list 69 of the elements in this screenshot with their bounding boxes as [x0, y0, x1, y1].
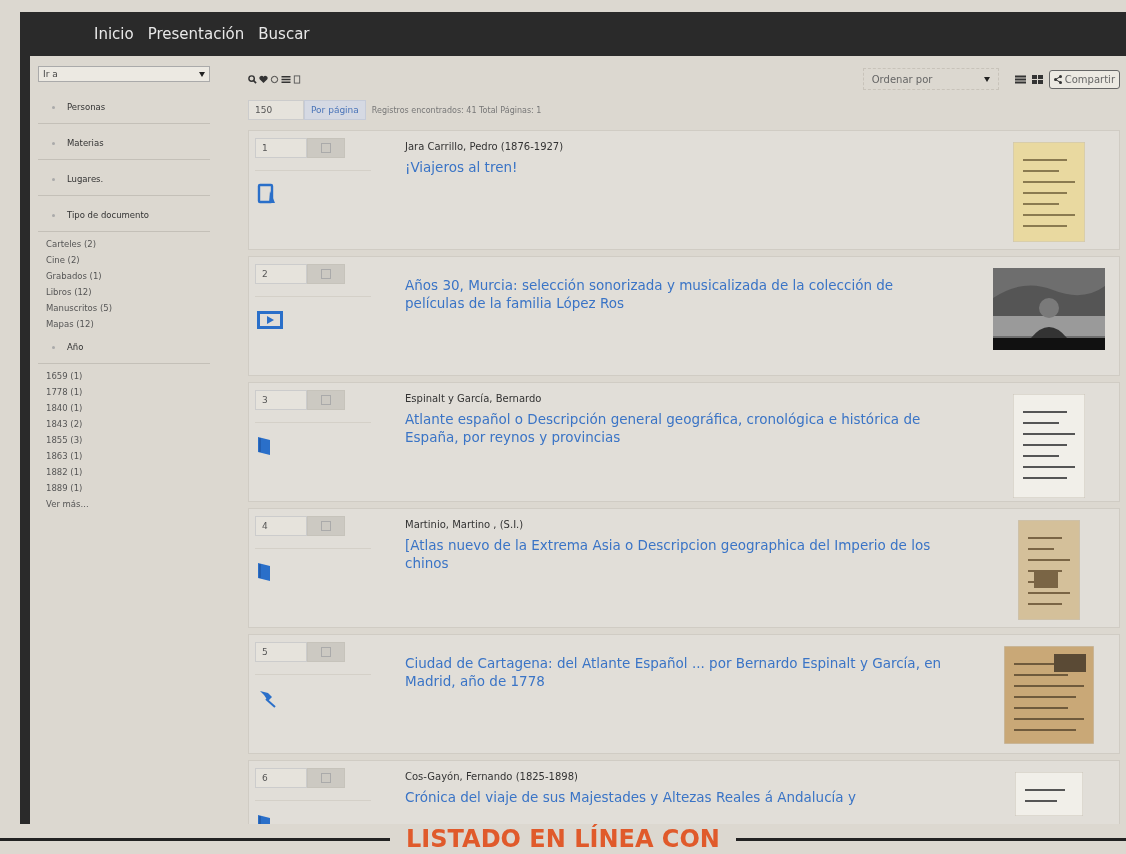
per-page-button[interactable]: Por página: [304, 100, 366, 120]
caret-icon: [199, 71, 205, 77]
bullet-icon: [52, 141, 55, 145]
facet-link[interactable]: 1863 (1): [38, 448, 210, 464]
title-link[interactable]: Años 30, Murcia: selección sonorizada y musicalizada de la colección de películas de la familia López Ros: [405, 276, 955, 313]
facet-header[interactable]: Año: [38, 332, 210, 364]
document-icon[interactable]: [293, 74, 301, 84]
bullet-icon: [52, 345, 55, 349]
facet-link[interactable]: 1659 (1): [38, 368, 210, 384]
bullet-icon: [52, 177, 55, 181]
facet-link[interactable]: 1882 (1): [38, 464, 210, 480]
bullet-icon: [52, 105, 55, 109]
search-icon[interactable]: [248, 74, 257, 84]
caret-icon: [983, 76, 990, 82]
author-name: Jara Carrillo, Pedro (1876-1927): [405, 141, 565, 152]
facet-link[interactable]: Carteles (2): [38, 236, 210, 252]
nav-link[interactable]: Buscar: [258, 25, 310, 43]
facet-header[interactable]: Materias: [38, 128, 210, 160]
book-icon: [257, 436, 271, 456]
list-icon[interactable]: [281, 74, 291, 84]
facet-link[interactable]: 1778 (1): [38, 384, 210, 400]
per-page-field[interactable]: 150: [248, 100, 304, 120]
title-link[interactable]: ¡Viajeros al tren!: [405, 158, 955, 177]
facet-link[interactable]: 1855 (3): [38, 432, 210, 448]
number-field[interactable]: 2: [255, 264, 307, 284]
author-name: Espinalt y García, Bernardo: [405, 393, 543, 404]
facet-link[interactable]: Libros (12): [38, 284, 210, 300]
video-icon: [257, 311, 283, 329]
number-field[interactable]: 4: [255, 516, 307, 536]
goto-dropdown[interactable]: Ir a: [38, 66, 210, 82]
author-name: Cos-Gayón, Fernando (1825-1898): [405, 771, 579, 782]
title-link[interactable]: [Atlas nuevo de la Extrema Asia o Descripcion geographica del Imperio de los chinos: [405, 536, 955, 573]
title-link[interactable]: Atlante español o Descripción general geográfica, cronológica e histórica de España, por reynos y provincias: [405, 410, 955, 447]
grid-view-icon[interactable]: [1031, 74, 1043, 84]
bullet-icon: [52, 213, 55, 217]
facet-link[interactable]: Grabados (1): [38, 268, 210, 284]
facet-link[interactable]: 1843 (2): [38, 416, 210, 432]
nav-link[interactable]: Inicio: [94, 25, 134, 43]
author-name: Martinio, Martino , (S.I.): [405, 519, 525, 530]
number-field[interactable]: 3: [255, 390, 307, 410]
facet-label: Tipo de documento: [67, 210, 149, 220]
title-link[interactable]: Crónica del viaje de sus Majestades y Altezas Reales á Andalucía y: [405, 788, 955, 807]
facet-label: Materias: [67, 138, 104, 148]
facet-link[interactable]: Mapas (12): [38, 316, 210, 332]
number-field[interactable]: 5: [255, 642, 307, 662]
number-field[interactable]: 6: [255, 768, 307, 788]
facet-header[interactable]: Lugares.: [38, 164, 210, 196]
nav-link[interactable]: Presentación: [147, 25, 245, 43]
title-link[interactable]: Ciudad de Cartagena: del Atlante Español ... por Bernardo Espinalt y García, en Madrid, año de 1778: [405, 654, 955, 691]
heart-icon[interactable]: [259, 74, 268, 84]
list-view-icon[interactable]: [1014, 74, 1026, 84]
sort-dropdown[interactable]: Ordenar por: [862, 68, 999, 90]
share-icon: [1053, 74, 1062, 84]
facet-label: Lugares.: [67, 174, 104, 184]
facet-link[interactable]: Cine (2): [38, 252, 210, 268]
facet-header[interactable]: Personas: [38, 92, 210, 124]
number-field[interactable]: 1: [255, 138, 307, 158]
facet-link[interactable]: Ver más...: [38, 496, 210, 512]
caption-text: LISTADO EN LÍNEA CON: [406, 825, 720, 853]
facet-label: Personas: [67, 102, 106, 112]
results-summary: Registros encontrados: 41 Total Páginas: 1: [371, 105, 542, 115]
book-icon: [257, 562, 271, 582]
share-button[interactable]: Compartir: [1048, 69, 1120, 89]
facet-link[interactable]: 1840 (1): [38, 400, 210, 416]
circle-icon[interactable]: [270, 74, 279, 84]
facet-link[interactable]: 1889 (1): [38, 480, 210, 496]
facet-label: Año: [67, 342, 84, 352]
facet-header[interactable]: Tipo de documento: [38, 200, 210, 232]
facet-link[interactable]: Manuscritos (5): [38, 300, 210, 316]
